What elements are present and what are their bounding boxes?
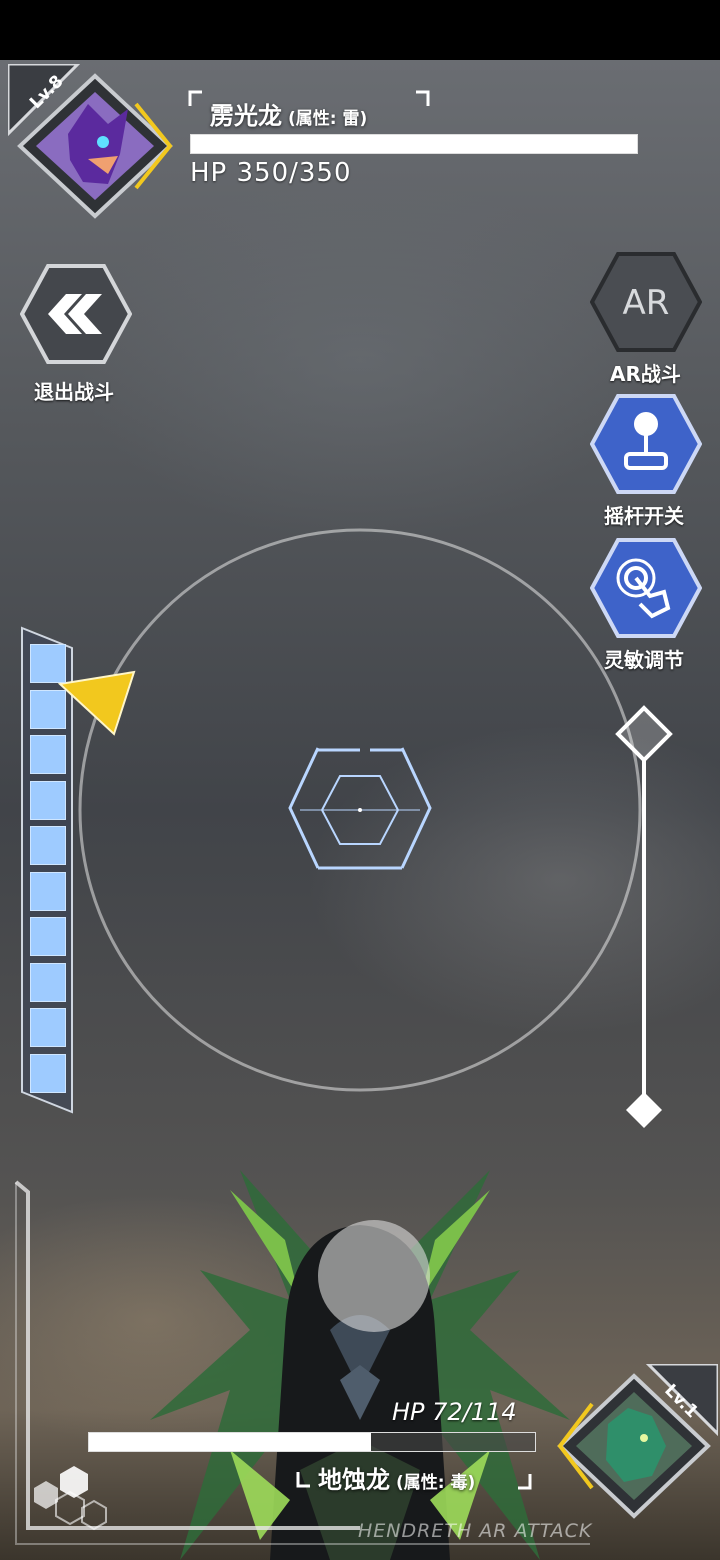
ar-battle-button[interactable]: AR <box>590 252 702 352</box>
energy-segment <box>30 689 66 729</box>
player-name: 雳光龙 <box>210 102 282 130</box>
energy-segment <box>30 644 66 683</box>
energy-segment <box>30 735 66 774</box>
enemy-name-row: 地蚀龙 (属性: 毒) <box>318 1460 475 1495</box>
energy-segment <box>30 871 66 911</box>
ar-battle-label[interactable]: AR战斗 <box>610 358 681 387</box>
energy-segment <box>30 1053 66 1093</box>
energy-segment <box>30 1008 66 1047</box>
enemy-hp-text: HP 72/114 <box>392 1398 517 1426</box>
crosshair-icon <box>288 747 432 870</box>
enemy-attribute: (属性: 毒) <box>396 1473 476 1493</box>
enemy-name: 地蚀龙 <box>318 1466 390 1494</box>
sensitivity-button[interactable] <box>590 538 702 638</box>
footer-brand-text: HENDRETH AR ATTACK <box>358 1520 593 1542</box>
exit-battle-button[interactable] <box>20 264 132 364</box>
enemy-hp-fill <box>89 1433 371 1451</box>
player-hp-bar <box>190 134 638 154</box>
joystick-toggle-button[interactable] <box>590 394 702 494</box>
player-hp-text: HP 350/350 <box>190 158 352 188</box>
player-name-row: 雳光龙 (属性: 雷) <box>210 96 367 131</box>
sensitivity-slider-bottom-handle[interactable] <box>626 1092 662 1128</box>
player-avatar: Lv.8 <box>8 64 173 219</box>
exit-battle-label[interactable]: 退出战斗 <box>34 376 114 405</box>
player-attribute: (属性: 雷) <box>288 109 368 129</box>
hud-overlay <box>14 90 673 1560</box>
sensitivity-slider-top-handle[interactable] <box>615 705 673 763</box>
energy-segment <box>30 780 66 820</box>
energy-segment <box>30 962 66 1002</box>
enemy-avatar: Lv.1 <box>557 1364 718 1519</box>
joystick-knob[interactable] <box>318 1220 430 1332</box>
enemy-hp-bar <box>88 1432 536 1452</box>
energy-segment <box>30 917 66 956</box>
joystick-toggle-label[interactable]: 摇杆开关 <box>604 500 684 529</box>
ar-icon-text: AR <box>623 283 670 323</box>
sensitivity-label[interactable]: 灵敏调节 <box>604 644 684 673</box>
energy-segment <box>30 826 66 865</box>
hex-cluster-icon <box>34 1466 107 1531</box>
